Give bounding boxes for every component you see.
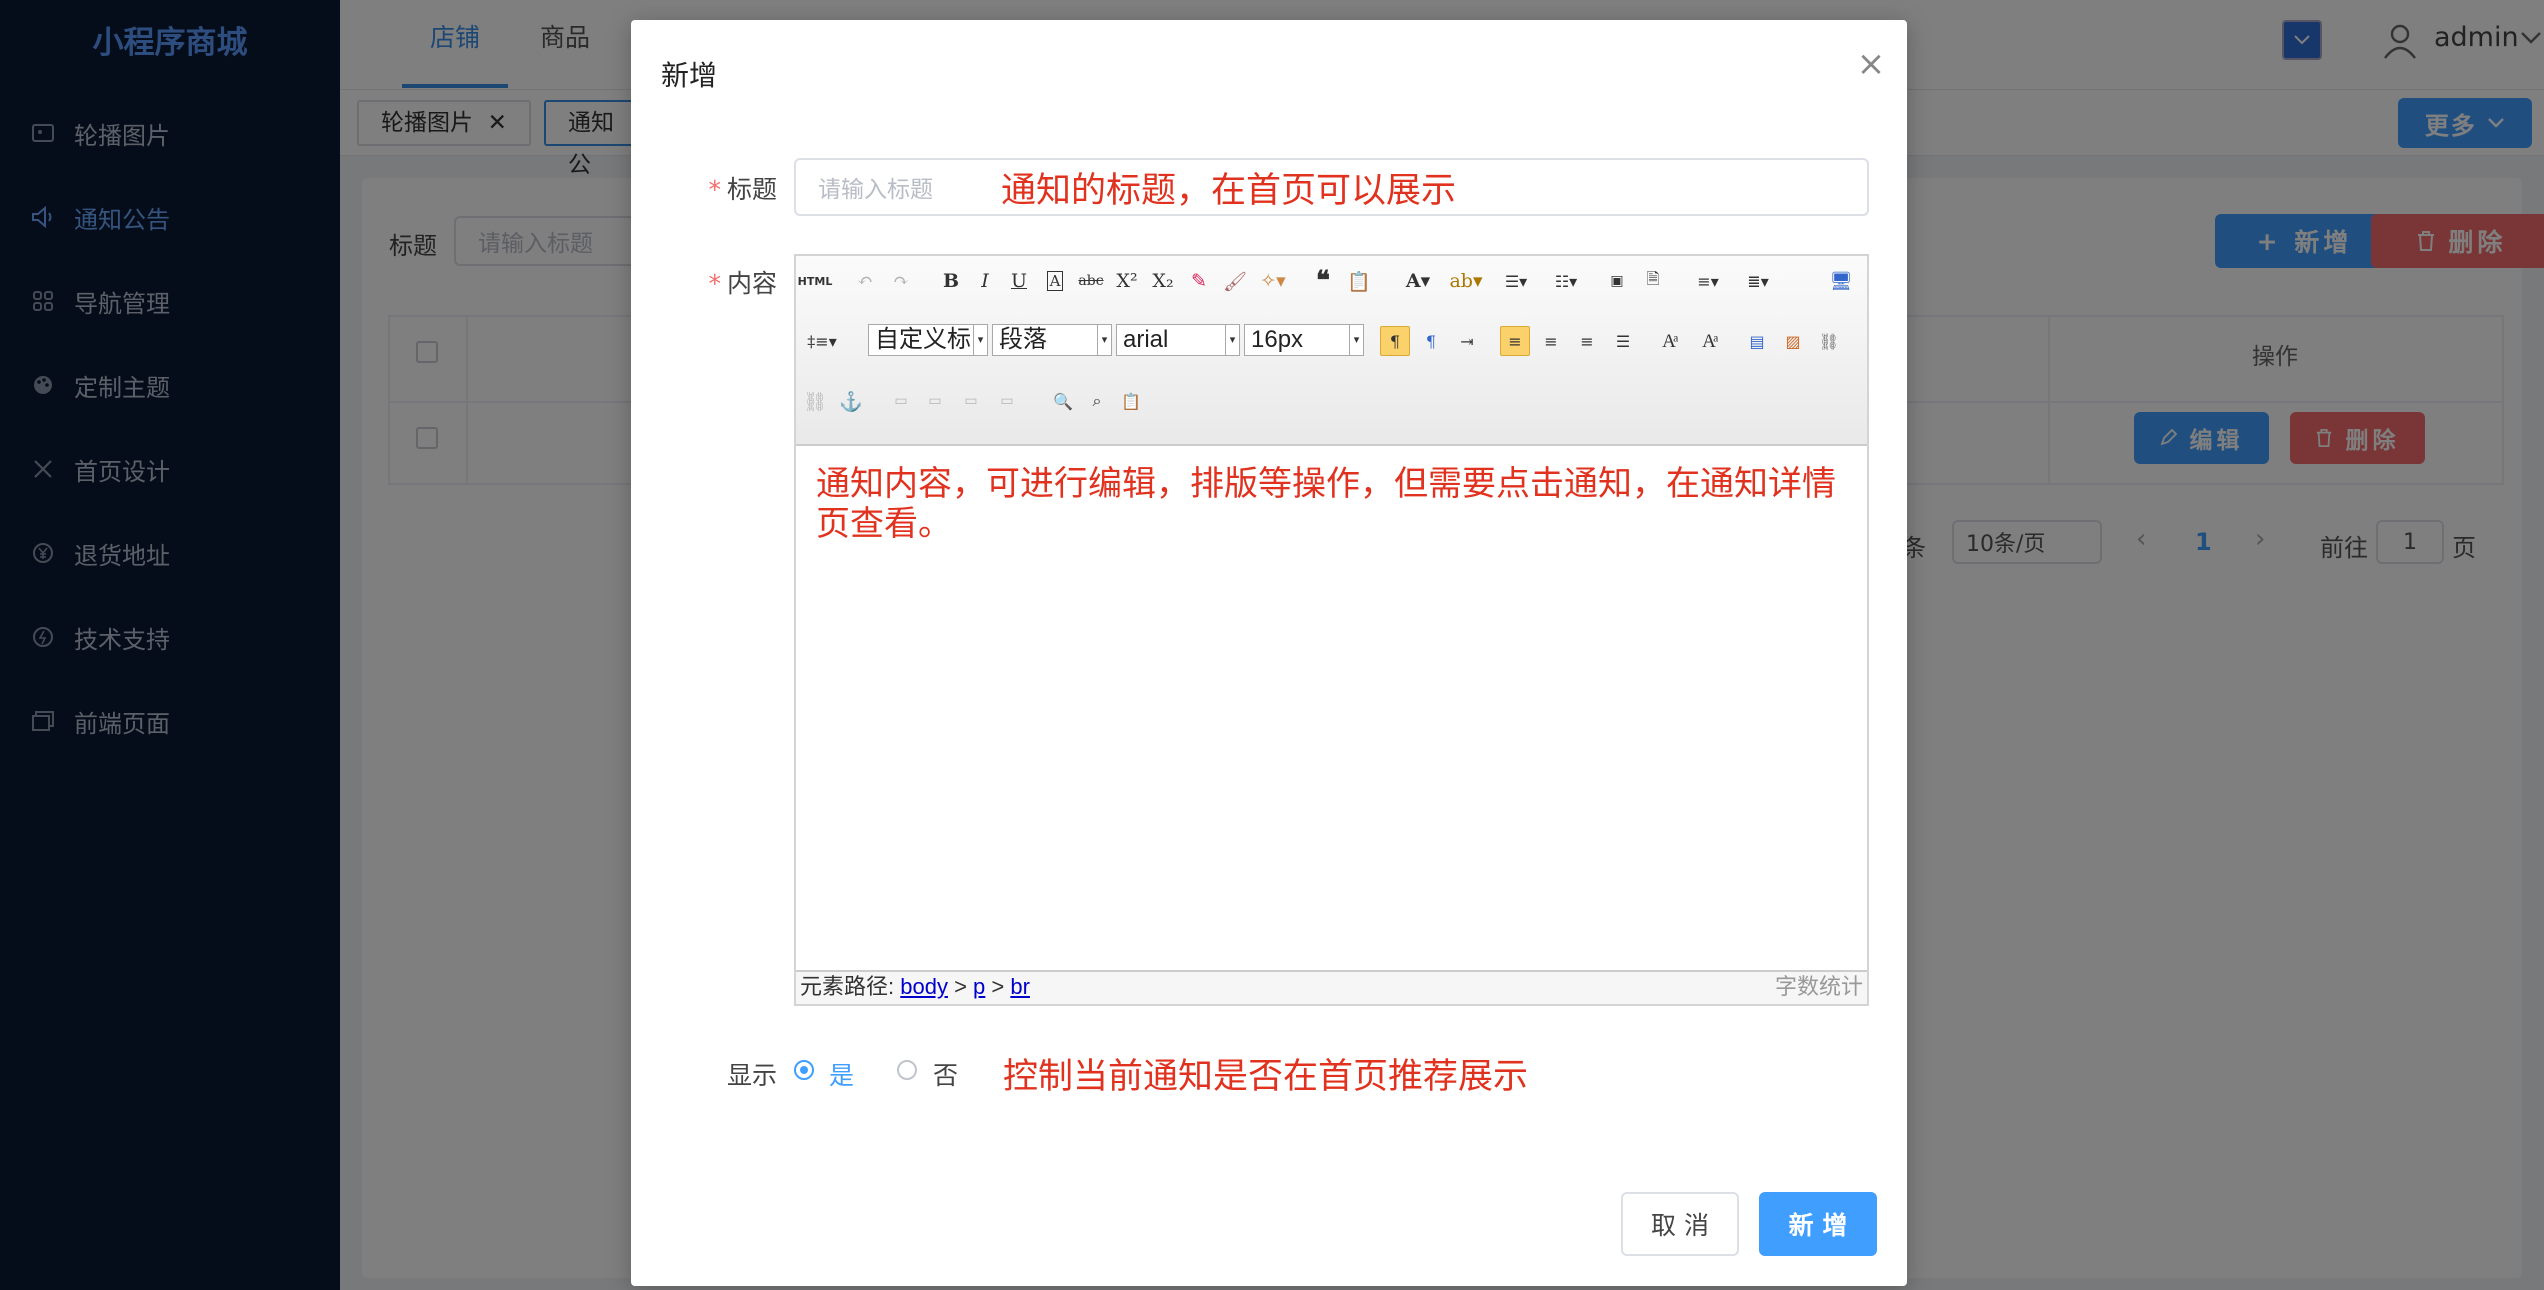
binoculars-icon[interactable]: ⌕ [1082, 386, 1112, 416]
row-spacing-top-icon[interactable]: ≡▾ [1686, 266, 1730, 296]
indent-icon[interactable]: ⇥ [1452, 326, 1482, 356]
dialog-title: 新增 [661, 59, 718, 92]
image-right-icon[interactable]: ▭ [956, 386, 986, 416]
font-size-select[interactable]: 16px ▾ [1244, 324, 1364, 356]
show-no-label[interactable]: 否 [933, 1056, 958, 1092]
bold-icon[interactable]: B [936, 266, 966, 296]
link-icon[interactable]: ⛓ [1814, 326, 1844, 356]
content-field-label: * 内容 [708, 269, 777, 298]
image-none-icon[interactable]: ▭ [886, 386, 916, 416]
strikethrough-icon[interactable]: abc [1076, 266, 1106, 296]
redo-icon[interactable]: ↷ [886, 266, 916, 296]
highlight-color-icon[interactable]: ab▾ [1444, 266, 1488, 296]
clear-doc-icon[interactable]: 🗎 [1638, 266, 1668, 296]
show-yes-label[interactable]: 是 [829, 1056, 854, 1092]
align-left-icon[interactable]: ≡ [1500, 326, 1530, 356]
add-notice-dialog: 新增 × * 标题 请输入标题 通知的标题，在首页可以展示 * 内容 HTML ↶ … [631, 20, 1907, 1286]
rtl-icon[interactable]: ¶ [1416, 326, 1446, 356]
editor-content[interactable]: 通知内容，可进行编辑，排版等操作，但需要点击通知，在通知详情页查看。 [816, 464, 1856, 544]
show-annotation: 控制当前通知是否在首页推荐展示 [1003, 1057, 1529, 1097]
underline-icon[interactable]: U [1004, 266, 1034, 296]
rich-text-editor: HTML ↶ ↷ B I U A abc X² X₂ ✎ 🖌 ✧▾ ❝ 📋 A▾… [794, 254, 1869, 1006]
image-left-icon[interactable]: ▭ [920, 386, 950, 416]
font-color-icon[interactable]: A▾ [1396, 266, 1440, 296]
close-icon[interactable]: × [1853, 46, 1889, 82]
row-spacing-bottom-icon[interactable]: ≣▾ [1736, 266, 1780, 296]
align-center-icon[interactable]: ≡ [1536, 326, 1566, 356]
custom-title-select[interactable]: 自定义标 ▾ [868, 324, 988, 356]
preview-icon[interactable]: 🖥 [1826, 266, 1856, 296]
submit-button[interactable]: 新 增 [1759, 1192, 1877, 1256]
image-center-icon[interactable]: ▭ [992, 386, 1022, 416]
unlink-icon[interactable]: ⛓ [800, 386, 830, 416]
image-insert-icon[interactable]: ▨ [1778, 326, 1808, 356]
cancel-button[interactable]: 取 消 [1621, 1192, 1739, 1256]
unordered-list-icon[interactable]: ☷▾ [1544, 266, 1588, 296]
auto-format-icon[interactable]: ✧▾ [1258, 266, 1288, 296]
anchor-icon[interactable]: ⚓ [836, 386, 866, 416]
show-field-label: 显示 [726, 1061, 777, 1090]
title-field-label: * 标题 [708, 175, 777, 204]
line-height-icon[interactable]: ‡≡▾ [800, 326, 844, 356]
eraser-icon[interactable]: ✎ [1184, 266, 1214, 296]
uppercase-icon[interactable]: Aͣ [1654, 326, 1684, 356]
path-body-link[interactable]: body [900, 974, 948, 999]
undo-icon[interactable]: ↶ [850, 266, 880, 296]
subscript-icon[interactable]: X₂ [1148, 266, 1178, 296]
italic-icon[interactable]: I [970, 266, 1000, 296]
paste-icon[interactable]: 📋 [1116, 386, 1146, 416]
search-replace-icon[interactable]: 🔍 [1048, 386, 1078, 416]
superscript-icon[interactable]: X² [1112, 266, 1142, 296]
font-family-select[interactable]: arial ▾ [1116, 324, 1240, 356]
path-p-link[interactable]: p [973, 974, 985, 999]
show-no-radio[interactable] [897, 1060, 917, 1080]
title-annotation: 通知的标题，在首页可以展示 [1001, 171, 1457, 211]
blockquote-icon[interactable]: ❝ [1308, 266, 1338, 296]
font-border-icon[interactable]: A [1040, 266, 1070, 296]
show-yes-radio[interactable] [794, 1060, 814, 1080]
save-icon[interactable]: ▤ [1742, 326, 1772, 356]
ordered-list-icon[interactable]: ☰▾ [1494, 266, 1538, 296]
editor-toolbar: HTML ↶ ↷ B I U A abc X² X₂ ✎ 🖌 ✧▾ ❝ 📋 A▾… [796, 256, 1867, 446]
ltr-icon[interactable]: ¶ [1380, 326, 1410, 356]
html-source-icon[interactable]: HTML [798, 266, 833, 296]
paragraph-select[interactable]: 段落 ▾ [992, 324, 1112, 356]
align-right-icon[interactable]: ≡ [1572, 326, 1602, 356]
paste-text-icon[interactable]: 📋 [1344, 266, 1374, 296]
word-count: 字数统计 [1774, 974, 1863, 999]
path-br-link[interactable]: br [1010, 974, 1030, 999]
editor-statusbar: 元素路径: body > p > br 字数统计 [796, 970, 1867, 1004]
format-brush-icon[interactable]: 🖌 [1220, 266, 1250, 296]
align-justify-icon[interactable]: ☰ [1608, 326, 1638, 356]
lowercase-icon[interactable]: Aͣ [1694, 326, 1724, 356]
select-all-icon[interactable]: ▣ [1602, 266, 1632, 296]
